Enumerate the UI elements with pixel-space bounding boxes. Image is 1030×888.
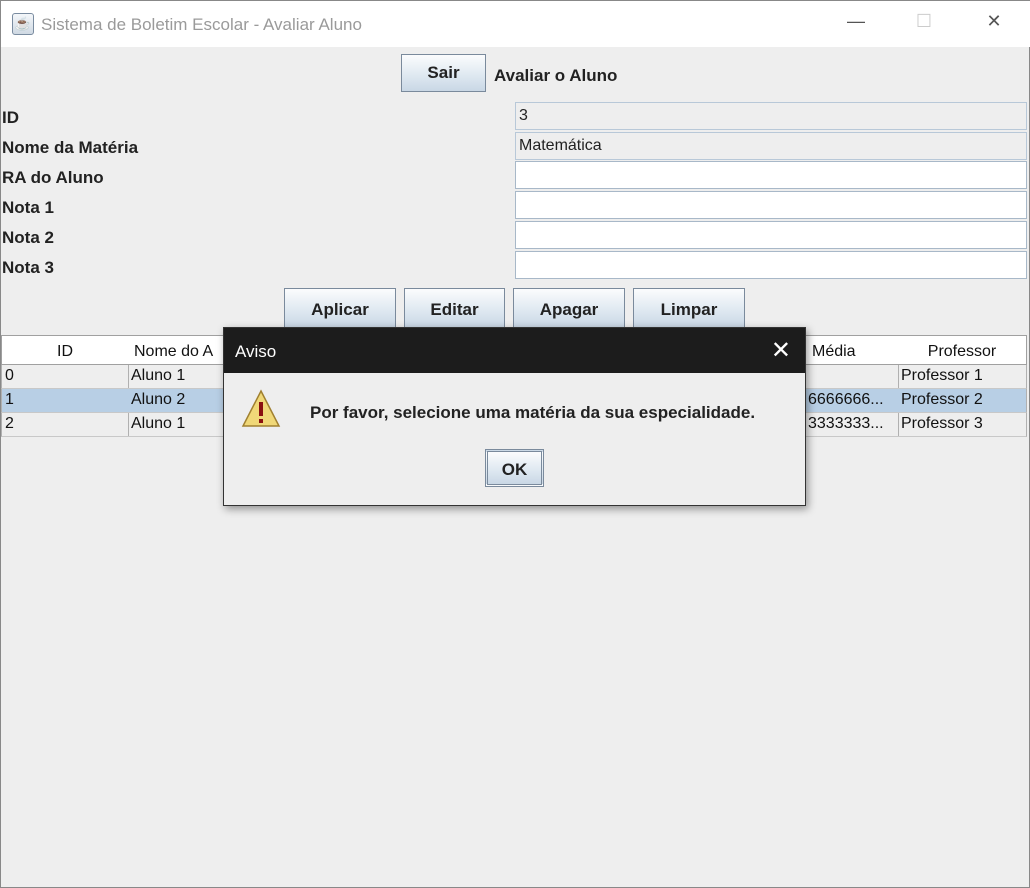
title-bar: ☕ Sistema de Boletim Escolar - Avaliar A… bbox=[1, 1, 1030, 47]
grade3-input[interactable] bbox=[515, 251, 1027, 279]
apply-button[interactable]: Aplicar bbox=[284, 288, 396, 328]
grade1-label: Nota 1 bbox=[2, 198, 54, 217]
subject-label: Nome da Matéria bbox=[2, 138, 139, 157]
window-title: Sistema de Boletim Escolar - Avaliar Alu… bbox=[41, 15, 362, 34]
dialog-close-button[interactable]: ✕ bbox=[771, 336, 791, 365]
grade3-label: Nota 3 bbox=[2, 258, 54, 277]
table-cell-id[interactable]: 0 bbox=[1, 365, 129, 389]
id-label: ID bbox=[2, 108, 19, 127]
header-average[interactable]: Média bbox=[805, 335, 899, 365]
table-cell-average[interactable]: 6666666... bbox=[805, 389, 899, 413]
ra-input[interactable] bbox=[515, 161, 1027, 189]
table-cell-teacher[interactable]: Professor 1 bbox=[898, 365, 1027, 389]
minimize-button[interactable]: — bbox=[836, 11, 876, 32]
dialog-title: Aviso bbox=[224, 328, 805, 373]
table-cell-id[interactable]: 1 bbox=[1, 389, 129, 413]
ra-label: RA do Aluno bbox=[2, 168, 104, 187]
grade2-label: Nota 2 bbox=[2, 228, 54, 247]
warning-icon bbox=[241, 389, 281, 427]
maximize-button[interactable]: ☐ bbox=[904, 11, 944, 32]
ok-button[interactable]: OK bbox=[485, 449, 544, 487]
delete-button[interactable]: Apagar bbox=[513, 288, 625, 328]
table-cell-teacher[interactable]: Professor 3 bbox=[898, 413, 1027, 437]
table-cell-average[interactable]: 3333333... bbox=[805, 413, 899, 437]
edit-button[interactable]: Editar bbox=[404, 288, 505, 328]
id-field[interactable]: 3 bbox=[515, 102, 1027, 130]
clear-button[interactable]: Limpar bbox=[633, 288, 745, 328]
subject-field[interactable]: Matemática bbox=[515, 132, 1027, 160]
header-teacher[interactable]: Professor bbox=[898, 335, 1027, 365]
dialog-message: Por favor, selecione uma matéria da sua … bbox=[310, 403, 756, 422]
exit-button[interactable]: Sair bbox=[401, 54, 486, 92]
warning-dialog: Aviso ✕ Por favor, selecione uma matéria… bbox=[223, 327, 806, 506]
close-button[interactable]: ✕ bbox=[974, 11, 1014, 32]
header-id[interactable]: ID bbox=[1, 335, 129, 365]
java-app-icon: ☕ bbox=[12, 13, 34, 35]
page-heading: Avaliar o Aluno bbox=[494, 66, 618, 85]
table-cell-average[interactable] bbox=[805, 365, 899, 389]
grade2-input[interactable] bbox=[515, 221, 1027, 249]
table-cell-id[interactable]: 2 bbox=[1, 413, 129, 437]
grade1-input[interactable] bbox=[515, 191, 1027, 219]
table-cell-teacher[interactable]: Professor 2 bbox=[898, 389, 1027, 413]
